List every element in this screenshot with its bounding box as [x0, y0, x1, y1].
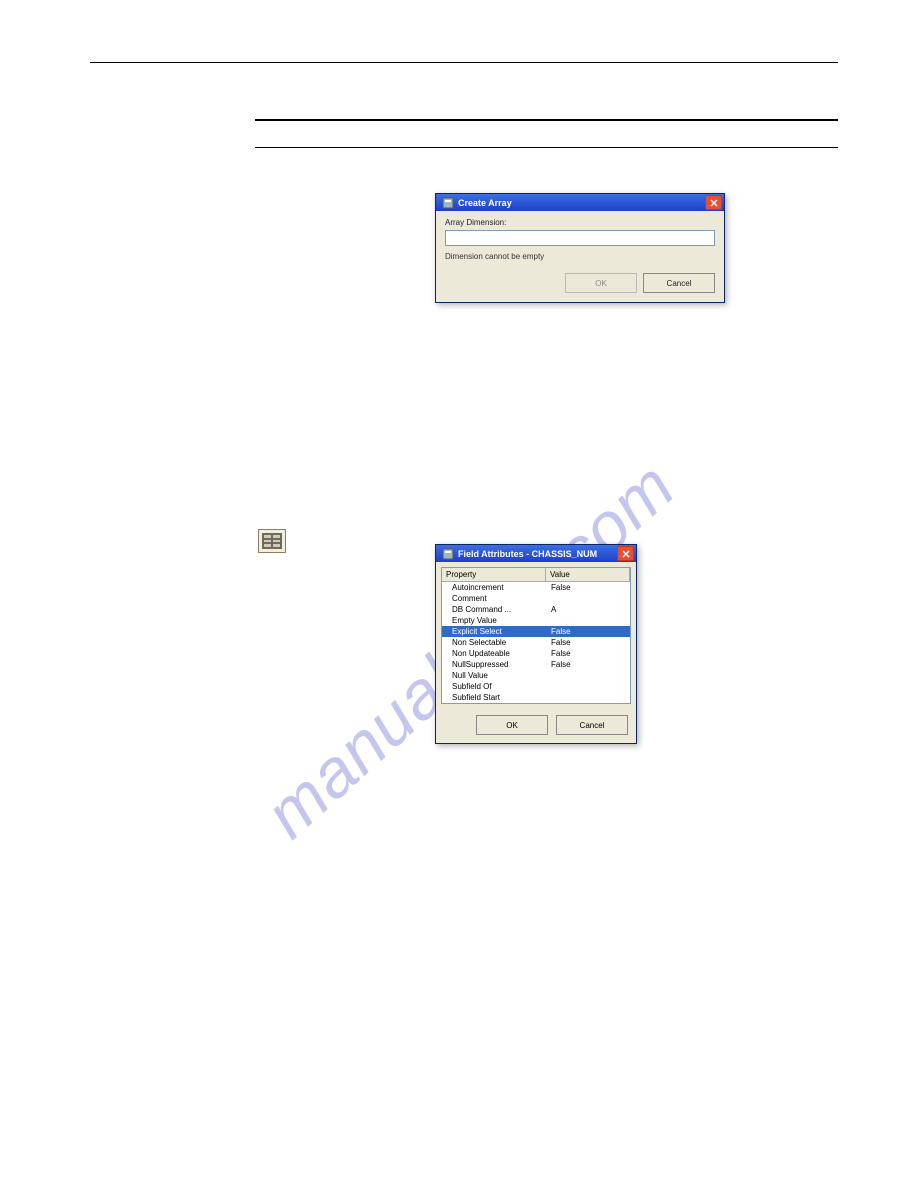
array-dimension-label: Array Dimension: [445, 218, 715, 227]
grid-row[interactable]: Non UpdateableFalse [442, 648, 630, 659]
dialog-title: Field Attributes - CHASSIS_NUM [458, 549, 597, 559]
grid-cell-value: False [547, 659, 630, 670]
x-icon [710, 199, 718, 207]
app-icon [442, 197, 454, 209]
grid-row[interactable]: DB Command ...A [442, 604, 630, 615]
grid-cell-value [547, 615, 630, 626]
property-grid[interactable]: Property Value AutoincrementFalseComment… [441, 567, 631, 704]
grid-cell-property: Null Value [442, 670, 547, 681]
grid-cell-property: NullSuppressed [442, 659, 547, 670]
field-attributes-dialog: Field Attributes - CHASSIS_NUM Property … [435, 544, 637, 744]
close-icon[interactable] [705, 195, 722, 210]
window-icon [442, 548, 454, 560]
grid-cell-value: False [547, 637, 630, 648]
ok-button[interactable]: OK [476, 715, 548, 735]
grid-row[interactable]: Explicit SelectFalse [442, 626, 630, 637]
x-icon [622, 550, 630, 558]
grid-cell-property: Comment [442, 593, 547, 604]
dialog-titlebar: Create Array [436, 194, 724, 211]
section-sub-rule [255, 147, 838, 148]
grid-cell-property: Non Updateable [442, 648, 547, 659]
grid-cell-property: Empty Value [442, 615, 547, 626]
grid-row[interactable]: Subfield Start [442, 692, 630, 703]
dialog-body: Array Dimension: Dimension cannot be emp… [436, 211, 724, 302]
grid-body: AutoincrementFalseCommentDB Command ...A… [442, 582, 630, 703]
dialog-titlebar: Field Attributes - CHASSIS_NUM [436, 545, 636, 562]
page-top-rule [90, 62, 838, 63]
grid-row[interactable]: Empty Value [442, 615, 630, 626]
validation-message: Dimension cannot be empty [445, 252, 715, 261]
grid-cell-value: False [547, 626, 630, 637]
grid-row[interactable]: AutoincrementFalse [442, 582, 630, 593]
grid-cell-value: A [547, 604, 630, 615]
cancel-button[interactable]: Cancel [556, 715, 628, 735]
grid-cell-property: DB Command ... [442, 604, 547, 615]
grid-row[interactable]: Null Value [442, 670, 630, 681]
grid-row[interactable]: Non SelectableFalse [442, 637, 630, 648]
grid-row[interactable]: Comment [442, 593, 630, 604]
grid-cell-property: Subfield Start [442, 692, 547, 703]
header-value: Value [546, 568, 630, 582]
grid-cell-property: Subfield Of [442, 681, 547, 692]
grid-header-row: Property Value [442, 568, 630, 582]
grid-cell-value: False [547, 648, 630, 659]
cancel-button[interactable]: Cancel [643, 273, 715, 293]
section-rule [255, 119, 838, 121]
grid-cell-value [547, 593, 630, 604]
header-property: Property [442, 568, 546, 582]
grid-cell-property: Explicit Select [442, 626, 547, 637]
app-icon [442, 548, 454, 560]
grid-inline-icon [258, 529, 286, 553]
grid-cell-value [547, 692, 630, 703]
create-array-dialog: Create Array Array Dimension: Dimension … [435, 193, 725, 303]
window-icon [442, 197, 454, 209]
array-dimension-input[interactable] [445, 230, 715, 246]
grid-cell-value [547, 681, 630, 692]
grid-cell-property: Non Selectable [442, 637, 547, 648]
table-icon [262, 533, 282, 549]
dialog-title: Create Array [458, 198, 512, 208]
grid-cell-value: False [547, 582, 630, 593]
grid-row[interactable]: Subfield Of [442, 681, 630, 692]
grid-cell-property: Autoincrement [442, 582, 547, 593]
grid-cell-value [547, 670, 630, 681]
ok-button[interactable]: OK [565, 273, 637, 293]
grid-row[interactable]: NullSuppressedFalse [442, 659, 630, 670]
close-icon[interactable] [617, 546, 634, 561]
